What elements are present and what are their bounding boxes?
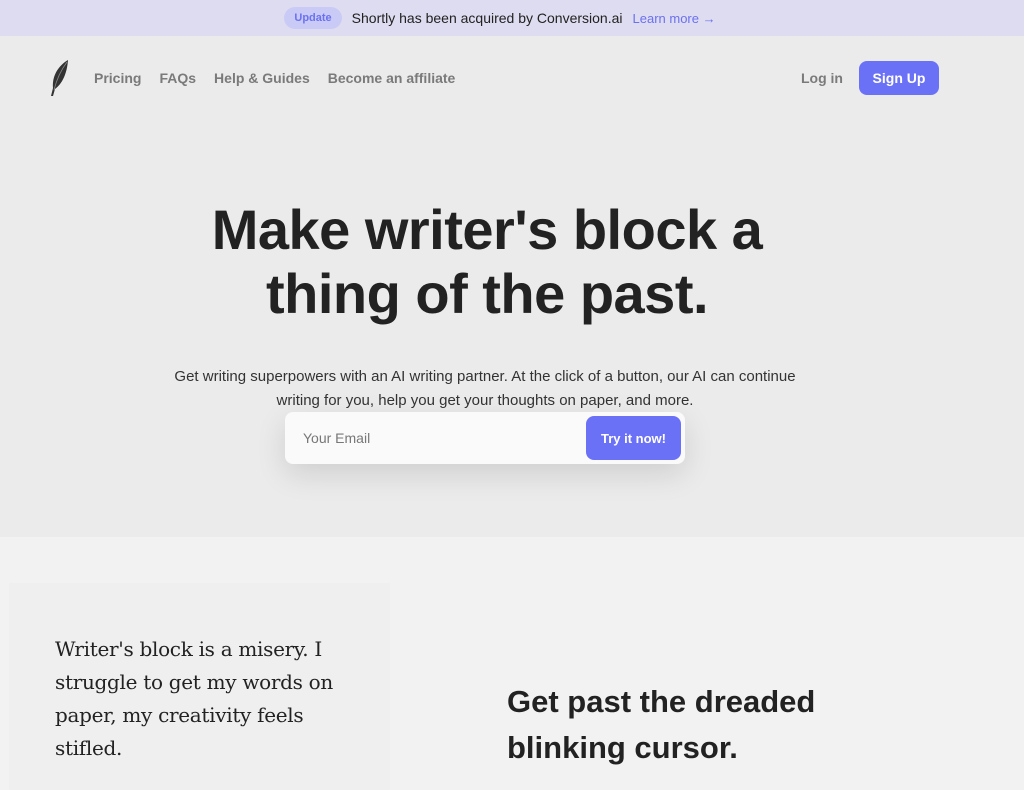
announcement-banner: Update Shortly has been acquired by Conv… — [0, 0, 1024, 36]
email-input[interactable] — [303, 430, 586, 446]
section-heading: Get past the dreaded blinking cursor. — [507, 684, 816, 765]
headline-line-1: Make writer's block a — [211, 198, 763, 261]
nav-link-affiliate[interactable]: Become an affiliate — [328, 70, 456, 86]
problem-section: Writer's block is a misery. I struggle t… — [0, 537, 1024, 790]
login-link[interactable]: Log in — [801, 70, 843, 86]
hero-section: Pricing FAQs Help & Guides Become an aff… — [0, 36, 1024, 537]
learn-more-link[interactable]: Learn more → — [633, 11, 716, 26]
feather-icon[interactable] — [48, 58, 72, 98]
try-it-now-button[interactable]: Try it now! — [586, 416, 681, 460]
update-badge: Update — [284, 7, 342, 29]
subtitle-line-2: writing for you, help you get your thoug… — [276, 392, 694, 409]
nav-links: Pricing FAQs Help & Guides Become an aff… — [94, 70, 455, 86]
subtitle-line-1: Get writing superpowers with an AI writi… — [174, 368, 796, 385]
signup-button[interactable]: Sign Up — [859, 61, 939, 95]
headline-line-2: thing of the past. — [265, 262, 709, 325]
top-nav: Pricing FAQs Help & Guides Become an aff… — [0, 36, 1024, 120]
quote-card: Writer's block is a misery. I struggle t… — [9, 583, 390, 790]
nav-actions: Log in Sign Up — [801, 61, 939, 95]
hero-subtitle: Get writing superpowers with an AI writi… — [135, 365, 835, 413]
nav-link-faqs[interactable]: FAQs — [159, 70, 196, 86]
banner-text: Shortly has been acquired by Conversion.… — [351, 10, 623, 26]
signup-form: Try it now! — [285, 412, 685, 464]
hero-headline: Make writer's block a thing of the past. — [0, 198, 1024, 326]
quote-text: Writer's block is a misery. I struggle t… — [55, 637, 333, 760]
nav-link-help-guides[interactable]: Help & Guides — [214, 70, 310, 86]
nav-link-pricing[interactable]: Pricing — [94, 70, 141, 86]
